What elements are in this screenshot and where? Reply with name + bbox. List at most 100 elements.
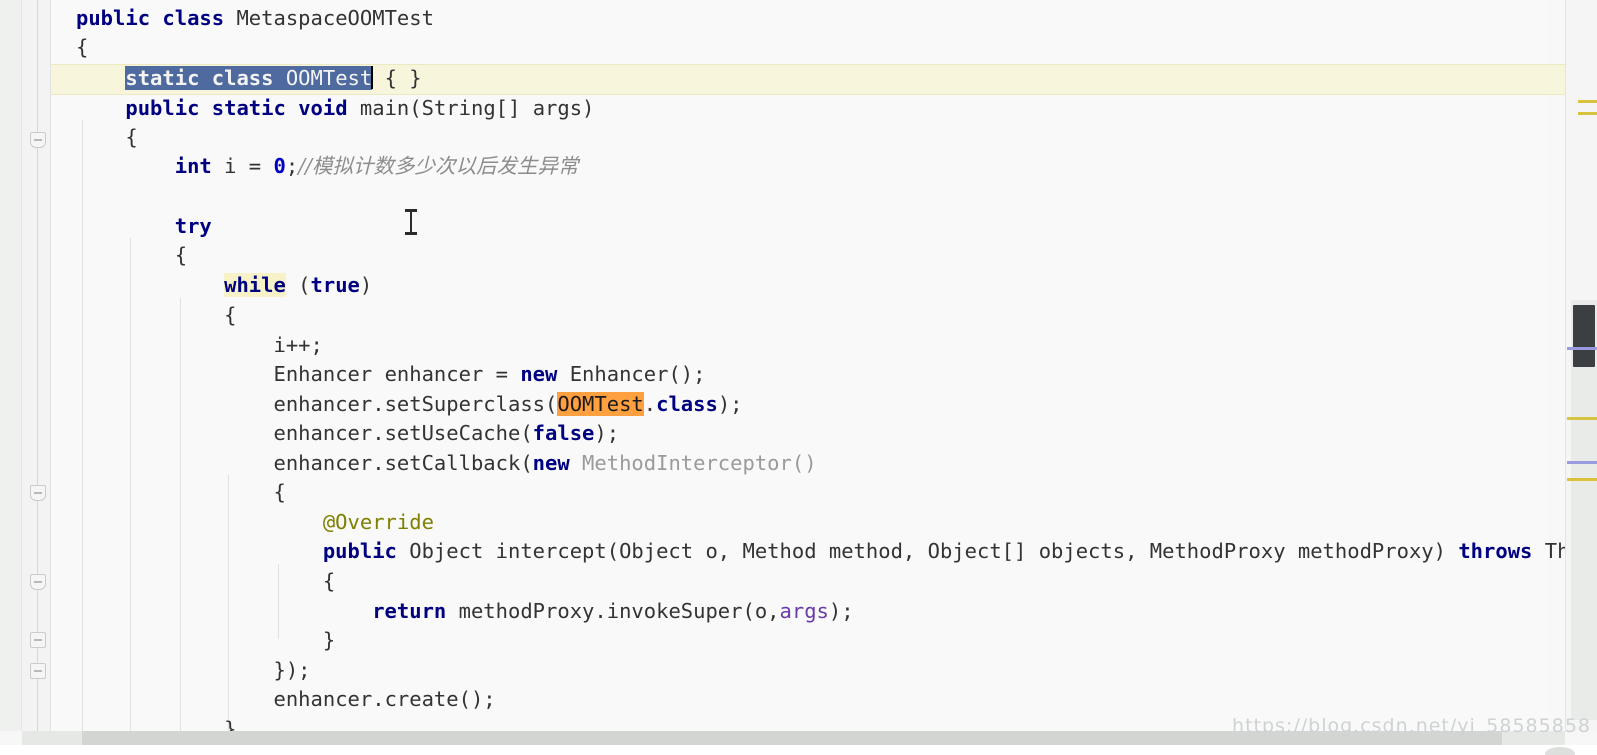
line-intercept-open-brace[interactable]: { [76, 567, 335, 597]
code-token: main(String[] args) [347, 96, 595, 120]
editor-surface[interactable]: public class MetaspaceOOMTest{ static cl… [50, 0, 1597, 731]
line-try[interactable]: try [76, 212, 212, 242]
right-gutter-divider [1565, 0, 1566, 731]
line-class-decl[interactable]: public class MetaspaceOOMTest [76, 4, 434, 34]
code-token [273, 66, 286, 90]
line-set-callback[interactable]: enhancer.setCallback(new MethodIntercept… [76, 449, 816, 479]
code-token: i++; [273, 333, 323, 357]
code-token: public [76, 6, 151, 30]
code-token: Enhancer enhancer = [273, 362, 521, 386]
code-token: class [162, 6, 225, 30]
marker-usage-a[interactable] [1567, 347, 1597, 350]
line-class-open-brace[interactable]: { [76, 33, 88, 63]
marker-changed-top-b[interactable] [1578, 112, 1597, 115]
marker-usage-b[interactable] [1567, 461, 1597, 464]
line-override-annotation[interactable]: @Override [76, 508, 434, 538]
code-token: while [224, 273, 286, 297]
code-token: @Override [322, 510, 434, 534]
fold-marker-inner-block-b[interactable] [30, 663, 46, 679]
fold-marker-anon-class[interactable] [30, 485, 46, 501]
code-token: static [211, 96, 286, 120]
code-token: return [372, 599, 447, 623]
code-token: ; [285, 154, 299, 178]
line-anon-close-paren[interactable]: }); [76, 656, 310, 686]
code-token: try [174, 214, 212, 238]
code-token: public [322, 539, 397, 563]
marker-warning-b[interactable] [1567, 478, 1597, 481]
line-anon-open-brace[interactable]: { [76, 478, 286, 508]
code-token [199, 66, 212, 90]
line-partial-close-brace[interactable]: } [76, 715, 236, 731]
code-token: void [298, 96, 348, 120]
line-intercept-close-brace[interactable]: } [76, 626, 335, 656]
text-cursor-icon [404, 208, 418, 236]
line-main-signature[interactable]: public static void main(String[] args) [76, 94, 594, 124]
line-intercept-signature[interactable]: public Object intercept(Object o, Method… [76, 537, 1597, 567]
code-token: . [643, 392, 657, 416]
line-new-enhancer[interactable]: Enhancer enhancer = new Enhancer(); [76, 360, 705, 390]
line-main-open-brace[interactable]: { [76, 123, 138, 153]
code-token: int [174, 154, 212, 178]
bottom-edge-strip [0, 745, 1597, 755]
line-while-true[interactable]: while (true) [76, 271, 372, 301]
code-fold-gutter[interactable] [22, 0, 50, 731]
indent-guide-0 [50, 0, 51, 731]
code-token: ( [285, 273, 311, 297]
code-token: false [532, 421, 595, 445]
code-token: true [310, 273, 360, 297]
line-enhancer-create[interactable]: enhancer.create(); [76, 685, 496, 715]
code-token: { [76, 569, 336, 593]
code-token: class [656, 392, 718, 416]
code-token: i = [211, 154, 274, 178]
line-static-class-oomtest[interactable]: static class OOMTest { } [76, 64, 422, 94]
marker-warning-a[interactable] [1567, 417, 1597, 420]
line-int-i-declaration[interactable]: int i = 0;//模拟计数多少次以后发生异常 [76, 152, 579, 182]
code-token: } [76, 628, 336, 652]
code-token: enhancer.setUseCache( [273, 421, 533, 445]
code-token: enhancer.create(); [273, 687, 496, 711]
code-token: ); [594, 421, 620, 445]
code-token: { [76, 243, 188, 267]
code-token: static [125, 66, 200, 90]
line-while-open-brace[interactable]: { [76, 301, 236, 331]
code-editor-window: public class MetaspaceOOMTest{ static cl… [0, 0, 1597, 755]
code-token: ); [828, 599, 854, 623]
code-token: { [76, 480, 286, 504]
code-token: OOMTest [285, 66, 373, 90]
marker-changed-top-a[interactable] [1578, 100, 1597, 103]
code-token: new [520, 362, 558, 386]
fold-marker-inner-block-a[interactable] [30, 632, 46, 648]
code-token: { [76, 125, 138, 149]
line-return-invoke-super[interactable]: return methodProxy.invokeSuper(o,args); [76, 597, 854, 627]
line-try-open-brace[interactable]: { [76, 241, 187, 271]
corner-decoration [1545, 747, 1575, 755]
code-token: OOMTest [557, 392, 644, 416]
fold-marker-intercept-method[interactable] [30, 574, 46, 590]
line-set-superclass[interactable]: enhancer.setSuperclass(OOMTest.class); [76, 390, 743, 420]
code-token: Object intercept(Object o, Method method… [396, 539, 1459, 563]
code-token: throws [1458, 539, 1533, 563]
line-i-increment[interactable]: i++; [76, 331, 323, 361]
fold-marker-main-body[interactable] [30, 132, 46, 148]
line-set-use-cache[interactable]: enhancer.setUseCache(false); [76, 419, 619, 449]
code-token: new [532, 451, 570, 475]
code-token: ); [717, 392, 743, 416]
code-token: args [779, 599, 829, 623]
code-token: class [211, 66, 274, 90]
code-token: } [76, 717, 237, 731]
vertical-scrollbar-thumb[interactable] [1573, 305, 1595, 367]
code-token: methodProxy.invokeSuper(o, [446, 599, 780, 623]
